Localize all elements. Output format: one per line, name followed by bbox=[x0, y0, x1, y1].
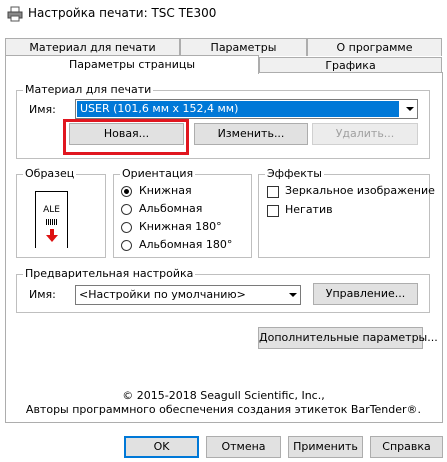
portrait-180-label[interactable]: Книжная 180° bbox=[139, 220, 222, 233]
help-button[interactable]: Справка bbox=[370, 436, 443, 458]
arrow-down-icon bbox=[46, 229, 58, 242]
negative-label[interactable]: Негатив bbox=[285, 203, 333, 216]
stock-name-select[interactable]: USER (101,6 мм x 152,4 мм) bbox=[75, 99, 418, 119]
apply-button[interactable]: Применить bbox=[288, 436, 363, 458]
title-bar: Настройка печати: TSC TE300 bbox=[0, 0, 447, 28]
preset-name-label: Имя: bbox=[29, 288, 56, 301]
tab-options[interactable]: Параметры bbox=[180, 38, 307, 56]
preview-label: ALE bbox=[35, 191, 68, 248]
stock-name-label: Имя: bbox=[29, 103, 56, 116]
manage-presets-button[interactable]: Управление... bbox=[313, 283, 418, 305]
chevron-down-icon[interactable] bbox=[283, 286, 300, 304]
effects-group-label: Эффекты bbox=[265, 167, 324, 180]
printer-icon bbox=[7, 6, 23, 22]
stock-name-value: USER (101,6 мм x 152,4 мм) bbox=[77, 101, 399, 117]
landscape-label[interactable]: Альбомная bbox=[139, 202, 202, 215]
tab-stock[interactable]: Материал для печати bbox=[5, 38, 180, 56]
copyright-text: © 2015-2018 Seagull Scientific, Inc., bbox=[122, 389, 325, 402]
orientation-group-label: Ориентация bbox=[120, 167, 196, 180]
portrait-label[interactable]: Книжная bbox=[139, 184, 192, 197]
mirror-label[interactable]: Зеркальное изображение bbox=[285, 184, 435, 197]
tab-about[interactable]: О программе bbox=[307, 38, 442, 56]
preset-name-value: <Настройки по умолчанию> bbox=[79, 288, 246, 301]
window-title: Настройка печати: TSC TE300 bbox=[28, 6, 217, 20]
barcode-icon bbox=[46, 219, 58, 225]
negative-checkbox[interactable] bbox=[267, 205, 279, 217]
edit-stock-button[interactable]: Изменить... bbox=[194, 123, 308, 145]
advanced-options-button[interactable]: Дополнительные параметры... bbox=[258, 327, 438, 349]
highlight-box bbox=[63, 119, 189, 155]
tab-graphics[interactable]: Графика bbox=[259, 57, 442, 73]
mirror-checkbox[interactable] bbox=[267, 186, 279, 198]
portrait-radio[interactable] bbox=[121, 186, 132, 197]
landscape-radio[interactable] bbox=[121, 204, 132, 215]
landscape-180-label[interactable]: Альбомная 180° bbox=[139, 238, 232, 251]
portrait-180-radio[interactable] bbox=[121, 222, 132, 233]
preview-sample-text: ALE bbox=[43, 205, 60, 215]
delete-stock-button[interactable]: Удалить... bbox=[312, 123, 418, 145]
ok-button[interactable]: OK bbox=[124, 436, 199, 458]
authors-text: Авторы программного обеспечения создания… bbox=[25, 403, 422, 416]
cancel-button[interactable]: Отмена bbox=[206, 436, 281, 458]
stock-group-label: Материал для печати bbox=[23, 83, 154, 96]
chevron-down-icon[interactable] bbox=[400, 100, 417, 118]
preview-group-label: Образец bbox=[23, 167, 77, 180]
preset-name-select[interactable]: <Настройки по умолчанию> bbox=[75, 285, 301, 305]
preset-group-label: Предварительная настройка bbox=[23, 267, 196, 280]
tab-page-setup[interactable]: Параметры страницы bbox=[5, 55, 259, 74]
landscape-180-radio[interactable] bbox=[121, 240, 132, 251]
